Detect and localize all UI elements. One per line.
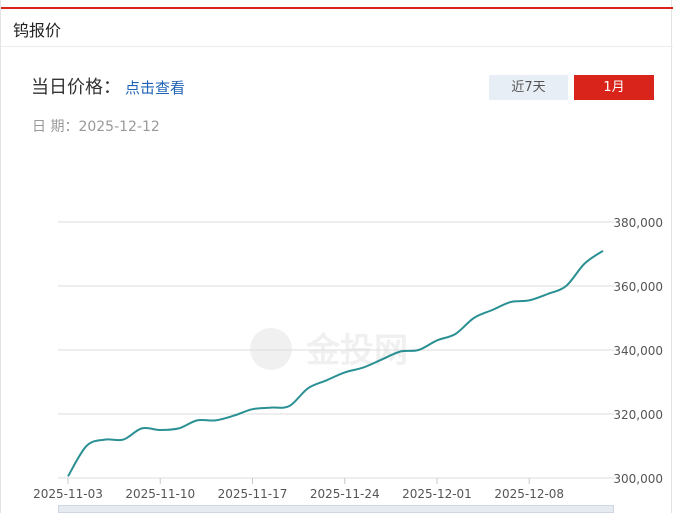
data-point[interactable]	[287, 404, 291, 408]
data-point[interactable]	[214, 418, 218, 422]
data-point[interactable]	[380, 358, 384, 362]
price-line-chart: 金投网 300,000320,000340,000360,000380,000 …	[33, 216, 663, 501]
data-point[interactable]	[269, 406, 273, 410]
data-point[interactable]	[103, 438, 107, 442]
data-point[interactable]	[140, 426, 144, 430]
x-tick-label: 2025-12-08	[494, 487, 564, 501]
data-point[interactable]	[84, 444, 88, 448]
data-point[interactable]	[583, 262, 587, 266]
data-point[interactable]	[601, 249, 605, 253]
y-tick-label: 340,000	[613, 344, 663, 358]
x-tick-label: 2025-12-01	[402, 487, 472, 501]
data-point[interactable]	[66, 474, 70, 478]
data-point[interactable]	[398, 350, 402, 354]
y-tick-label: 320,000	[613, 408, 663, 422]
x-tick-label: 2025-11-10	[125, 487, 195, 501]
x-tick-label: 2025-11-17	[218, 487, 288, 501]
data-point[interactable]	[324, 378, 328, 382]
watermark-logo-icon	[250, 328, 292, 370]
data-point[interactable]	[343, 370, 347, 374]
data-point[interactable]	[361, 366, 365, 370]
range-scrollbar[interactable]	[58, 505, 614, 513]
data-point[interactable]	[453, 332, 457, 336]
data-point[interactable]	[472, 316, 476, 320]
data-point[interactable]	[158, 428, 162, 432]
y-tick-label: 360,000	[613, 280, 663, 294]
data-point[interactable]	[232, 414, 236, 418]
data-point[interactable]	[490, 308, 494, 312]
y-tick-label: 380,000	[613, 216, 663, 230]
data-point[interactable]	[417, 348, 421, 352]
y-tick-label: 300,000	[613, 472, 663, 486]
x-tick-label: 2025-11-03	[33, 487, 103, 501]
data-point[interactable]	[121, 438, 125, 442]
data-point[interactable]	[546, 292, 550, 296]
data-point[interactable]	[306, 386, 310, 390]
x-tick-label: 2025-11-24	[310, 487, 380, 501]
data-point[interactable]	[250, 407, 254, 411]
watermark-text: 金投网	[305, 331, 408, 371]
data-point[interactable]	[564, 284, 568, 288]
data-point[interactable]	[509, 300, 513, 304]
data-point[interactable]	[195, 418, 199, 422]
data-point[interactable]	[527, 298, 531, 302]
data-point[interactable]	[435, 338, 439, 342]
data-point[interactable]	[177, 426, 181, 430]
